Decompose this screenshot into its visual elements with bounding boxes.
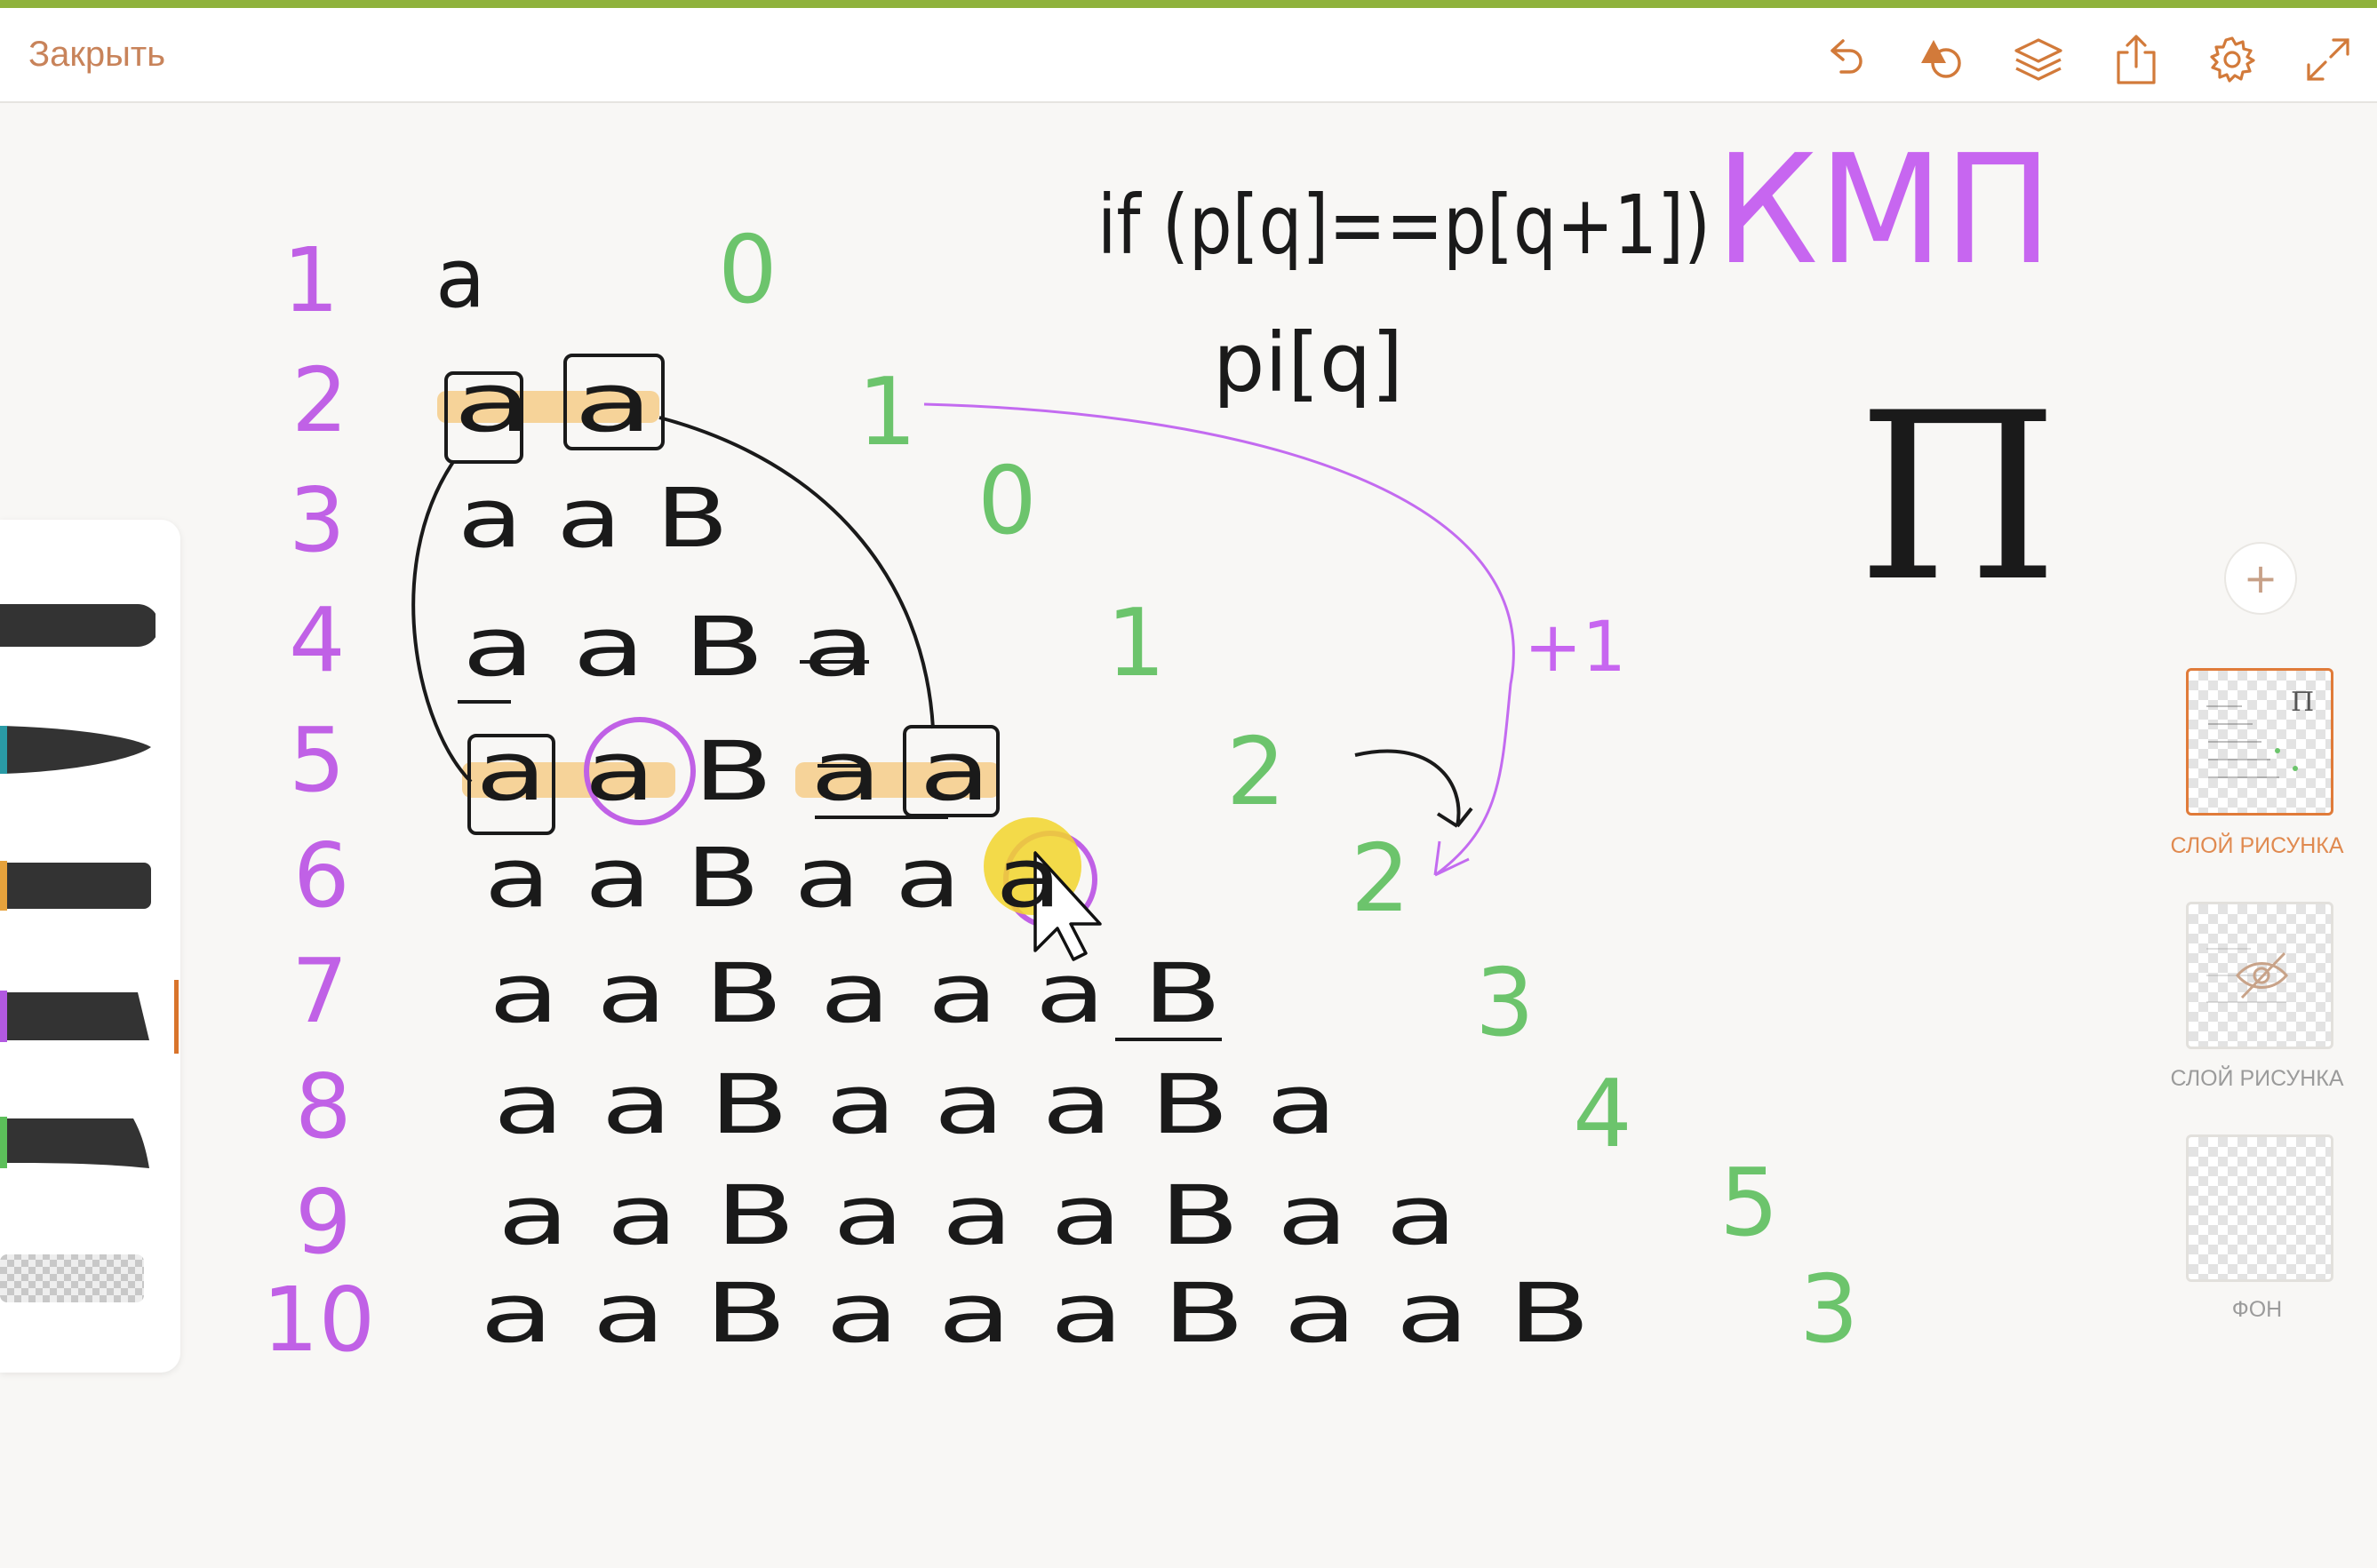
row-number: 8 [295,1055,352,1158]
pi-value: 4 [1573,1060,1632,1168]
pi-value: 0 [718,216,778,324]
pi-value: 2 [1226,718,1286,826]
layer-label-2: СЛОЙ РИСУНКА [2170,1066,2344,1091]
brush-tool-4[interactable] [0,991,156,1047]
add-layer-button[interactable]: + [2224,542,2297,615]
black-arrow [1354,749,1473,828]
settings-icon[interactable] [2206,33,2259,86]
formula-result: pi[q] [1213,315,1403,410]
string-row: a a B a a [475,724,991,819]
pi-value: 2 [1351,824,1410,933]
drawing-canvas[interactable]: 1 2 3 4 5 6 7 8 9 10 a a a a a B a a B a… [0,103,2377,1568]
share-icon[interactable] [2110,33,2163,86]
pi-value: 1 [857,358,917,466]
row-number: 5 [289,708,346,812]
pi-value: 3 [1799,1255,1859,1364]
row-number: 3 [289,468,346,572]
pi-symbol: Π [1857,364,2059,633]
string-row: a a B a [462,600,875,695]
accent-bar [0,0,2377,8]
layer-thumbnail-1[interactable]: Π [2186,668,2333,816]
brush-tool-5[interactable] [0,1117,156,1174]
string-row: a a B a a a [484,831,1062,926]
plus-one-label: +1 [1524,608,1626,688]
string-row: a a B a a a B a a [498,1168,1457,1263]
row-number: 7 [291,939,348,1043]
string-row: a a B a a a B [489,946,1222,1041]
row-number: 1 [283,228,339,332]
undo-icon[interactable] [1818,33,1871,86]
layer-thumbnail-3[interactable] [2186,1134,2333,1282]
brush-tool-2[interactable] [0,726,156,778]
row-number: 6 [293,824,350,927]
string-row: a a [453,355,653,450]
layer-thumbnail-2[interactable] [2186,902,2333,1049]
brush-tool-1[interactable] [0,602,159,653]
pi-value: 0 [977,447,1037,555]
row-number: 9 [295,1170,352,1274]
match-boxes [411,354,1222,1041]
string-row: a a B a a a B a [493,1057,1337,1152]
layers-panel: + Π СЛОЙ РИСУНКА СЛОЙ РИСУНКА ФОН [2150,533,2364,1350]
pi-value: 1 [1106,589,1166,697]
string-row: a a B [458,471,729,566]
layers-icon[interactable] [2012,33,2065,86]
layer-label-3: ФОН [2231,1297,2283,1322]
top-toolbar: Закрыть [0,8,2377,103]
title-kmp: КМП [1715,123,2053,298]
string-row: a a B a a a B a a B [480,1266,1591,1361]
layer-label-1: СЛОЙ РИСУНКА [2170,833,2344,858]
string-row: a [435,231,485,326]
pi-value: 3 [1475,949,1535,1057]
row-number: 4 [289,588,346,692]
brush-size-indicator [174,980,179,1054]
fullscreen-icon[interactable] [2301,33,2355,86]
eraser-tool[interactable] [0,1253,147,1309]
brush-tool-3[interactable] [0,861,156,915]
brush-panel [0,520,180,1373]
svg-text:Π: Π [2291,687,2314,718]
formula-condition: if (p[q]==p[q+1]) [1097,178,1711,273]
row-number: 10 [262,1268,375,1372]
pi-value: 5 [1719,1149,1779,1257]
shapes-icon[interactable] [1916,33,1969,86]
row-number: 2 [291,348,348,452]
close-button[interactable]: Закрыть [28,36,165,72]
